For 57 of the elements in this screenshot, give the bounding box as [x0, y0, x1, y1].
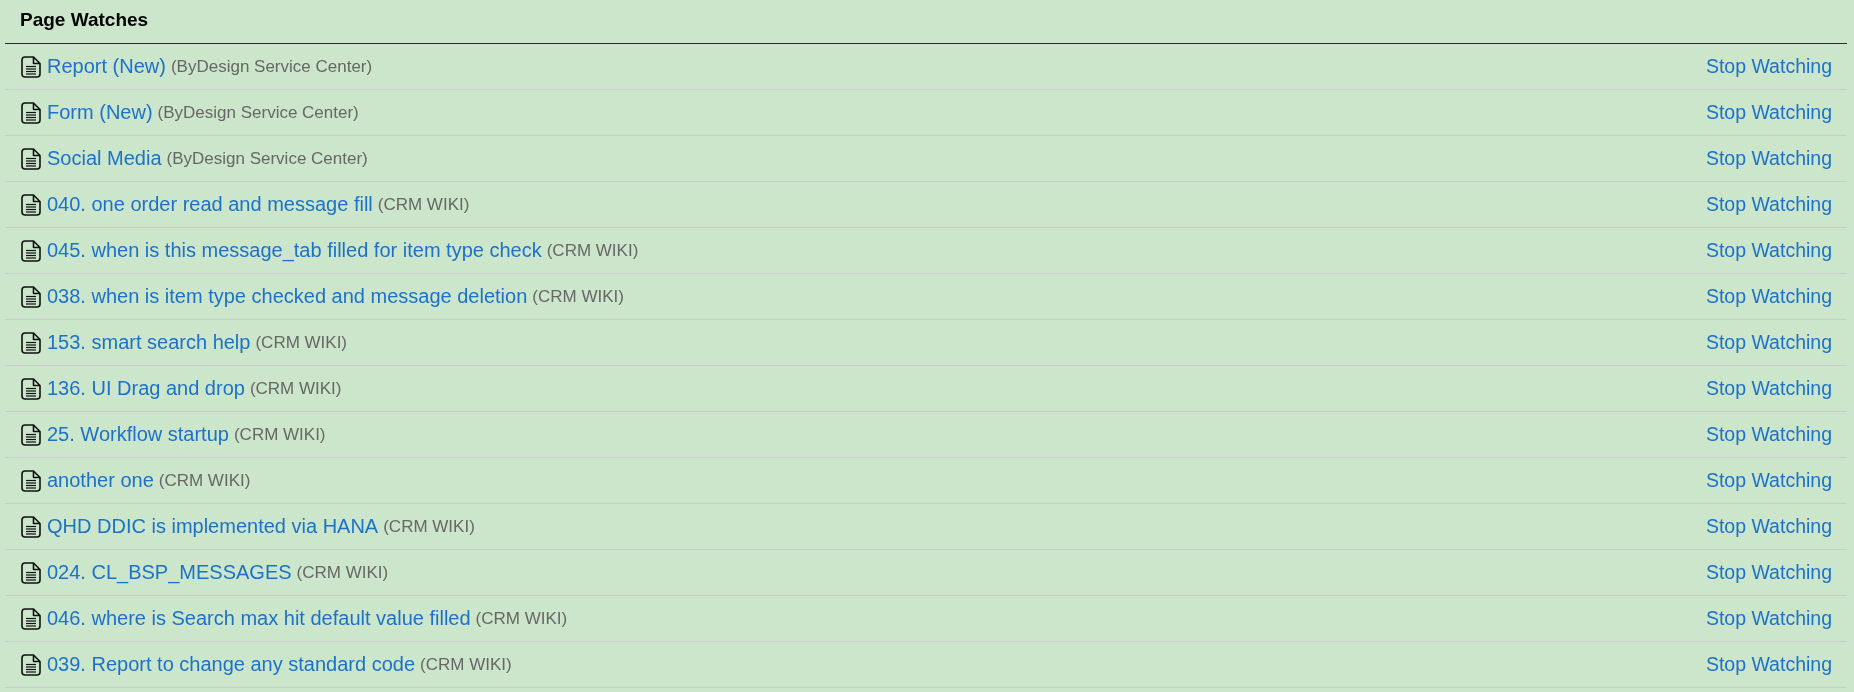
- stop-watching-link[interactable]: Stop Watching: [1705, 515, 1832, 538]
- page-link[interactable]: QHD DDIC is implemented via HANA: [47, 515, 379, 538]
- stop-watching-link[interactable]: Stop Watching: [1705, 607, 1832, 630]
- stop-watching-link[interactable]: Stop Watching: [1705, 239, 1832, 262]
- page-link[interactable]: 038. when is item type checked and message deletion: [47, 285, 528, 308]
- stop-watching-link[interactable]: Stop Watching: [1705, 55, 1832, 78]
- document-icon: [21, 55, 41, 78]
- page-link[interactable]: Social Media: [47, 147, 162, 170]
- space-name: (CRM WIKI): [377, 194, 470, 215]
- document-icon: [21, 193, 41, 216]
- document-icon: [21, 607, 41, 630]
- space-name: (CRM WIKI): [420, 654, 512, 675]
- stop-watching-link[interactable]: Stop Watching: [1705, 147, 1832, 170]
- stop-watching-link[interactable]: Stop Watching: [1705, 101, 1832, 124]
- page-link[interactable]: 045. when is this message_tab filled for item type check: [47, 239, 542, 262]
- page-link[interactable]: 040. one order read and message fill: [47, 193, 373, 216]
- stop-watching-link[interactable]: Stop Watching: [1705, 285, 1832, 308]
- document-icon: [21, 101, 41, 124]
- page-link[interactable]: 136. UI Drag and drop: [47, 377, 245, 400]
- space-name: (CRM WIKI): [475, 608, 568, 629]
- stop-watching-link[interactable]: Stop Watching: [1705, 423, 1832, 446]
- document-icon: [21, 469, 41, 492]
- page-link[interactable]: another one: [47, 469, 154, 492]
- stop-watching-link[interactable]: Stop Watching: [1705, 331, 1832, 354]
- space-name: (ByDesign Service Center): [170, 56, 373, 77]
- space-name: (CRM WIKI): [249, 378, 342, 399]
- document-icon: [21, 561, 41, 584]
- document-icon: [21, 285, 41, 308]
- document-icon: [21, 653, 41, 676]
- space-name: (CRM WIKI): [255, 332, 348, 353]
- page-link[interactable]: Form (New): [47, 101, 153, 124]
- document-icon: [21, 515, 41, 538]
- space-name: (CRM WIKI): [233, 424, 326, 445]
- stop-watching-link[interactable]: Stop Watching: [1705, 377, 1832, 400]
- page-link[interactable]: 039. Report to change any standard code: [47, 653, 416, 676]
- document-icon: [21, 377, 41, 400]
- document-icon: [21, 423, 41, 446]
- space-name: (ByDesign Service Center): [157, 102, 359, 123]
- space-name: (CRM WIKI): [158, 470, 251, 491]
- stop-watching-link[interactable]: Stop Watching: [1705, 193, 1832, 216]
- document-icon: [21, 239, 41, 262]
- document-icon: [21, 331, 41, 354]
- page-link[interactable]: 25. Workflow startup: [47, 423, 229, 446]
- space-name: (CRM WIKI): [383, 516, 475, 537]
- space-name: (CRM WIKI): [546, 240, 639, 261]
- page-link[interactable]: Report (New): [47, 55, 166, 78]
- stop-watching-link[interactable]: Stop Watching: [1705, 561, 1832, 584]
- stop-watching-link[interactable]: Stop Watching: [1705, 653, 1832, 676]
- page-link[interactable]: 153. smart search help: [47, 331, 251, 354]
- space-name: (ByDesign Service Center): [166, 148, 368, 169]
- page-link[interactable]: 046. where is Search max hit default value filled: [47, 607, 471, 630]
- stop-watching-link[interactable]: Stop Watching: [1705, 469, 1832, 492]
- section-title: Page Watches: [20, 8, 149, 31]
- space-name: (CRM WIKI): [296, 562, 389, 583]
- page-link[interactable]: 024. CL_BSP_MESSAGES: [47, 561, 292, 584]
- document-icon: [21, 147, 41, 170]
- space-name: (CRM WIKI): [532, 286, 624, 307]
